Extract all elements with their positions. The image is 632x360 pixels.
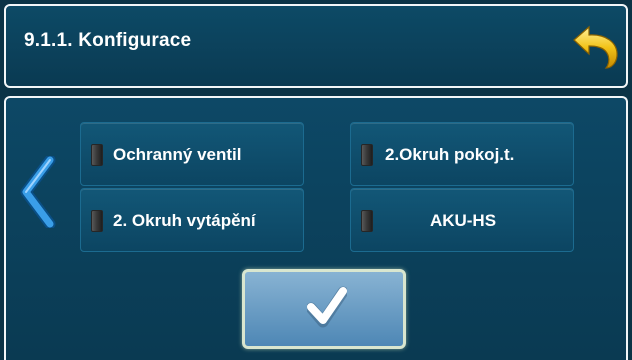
option-2-okruh-vytapeni[interactable]: 2. Okruh vytápění [80,188,304,252]
option-label: 2.Okruh pokoj.t. [385,145,515,164]
option-2-okruh-pokoj-t[interactable]: 2.Okruh pokoj.t. [350,122,574,186]
option-ochranny-ventil[interactable]: Ochranný ventil [80,122,304,186]
status-indicator-icon [91,144,103,166]
main-panel: Ochranný ventil 2.Okruh pokoj.t. 2. Okru… [4,96,628,360]
page-title: 9.1.1. Konfigurace [24,30,192,51]
header-bar: 9.1.1. Konfigurace [4,4,628,88]
status-indicator-icon [91,210,103,232]
status-indicator-icon [361,144,373,166]
option-label: Ochranný ventil [113,145,242,164]
undo-arrow-icon [573,25,618,69]
chevron-left-icon [20,154,56,230]
previous-page-button[interactable] [20,154,58,230]
back-button[interactable] [572,24,622,70]
option-label: 2. Okruh vytápění [113,211,256,230]
checkmark-icon [307,286,347,328]
option-aku-hs[interactable]: AKU-HS [350,188,574,252]
option-label: AKU-HS [429,211,497,230]
confirm-button[interactable] [242,269,406,349]
